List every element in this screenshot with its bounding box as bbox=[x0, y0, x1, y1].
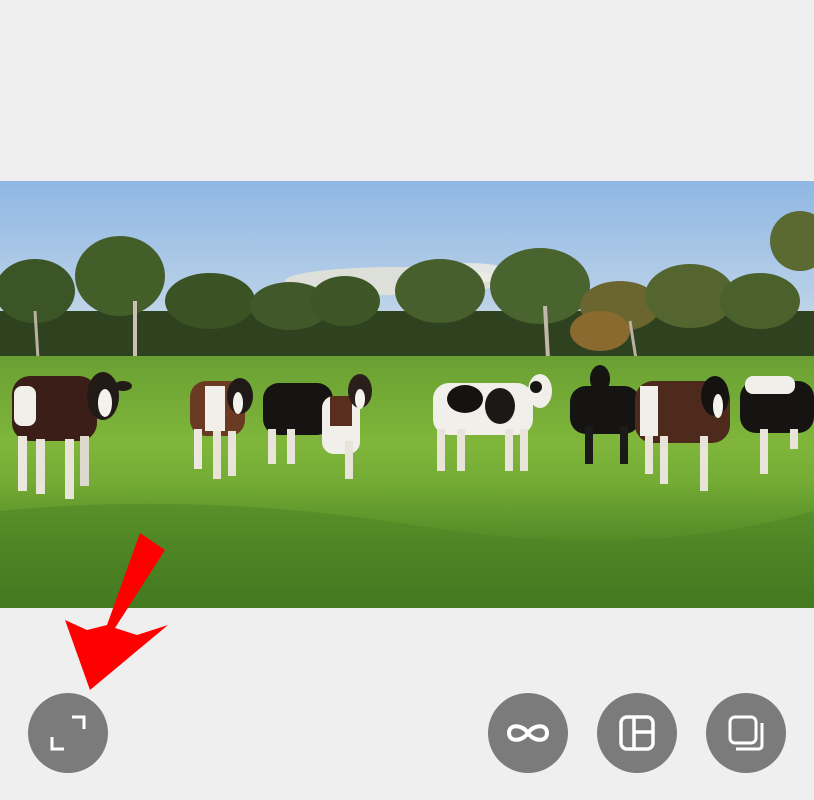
screen bbox=[0, 0, 814, 800]
infinity-icon bbox=[506, 724, 550, 742]
stack-button[interactable] bbox=[706, 693, 786, 773]
red-arrow-icon bbox=[65, 533, 168, 690]
layout-icon bbox=[619, 715, 655, 751]
layout-button[interactable] bbox=[597, 693, 677, 773]
stack-icon bbox=[728, 715, 764, 751]
expand-icon bbox=[50, 715, 86, 751]
expand-button[interactable] bbox=[28, 693, 108, 773]
loop-button[interactable] bbox=[488, 693, 568, 773]
